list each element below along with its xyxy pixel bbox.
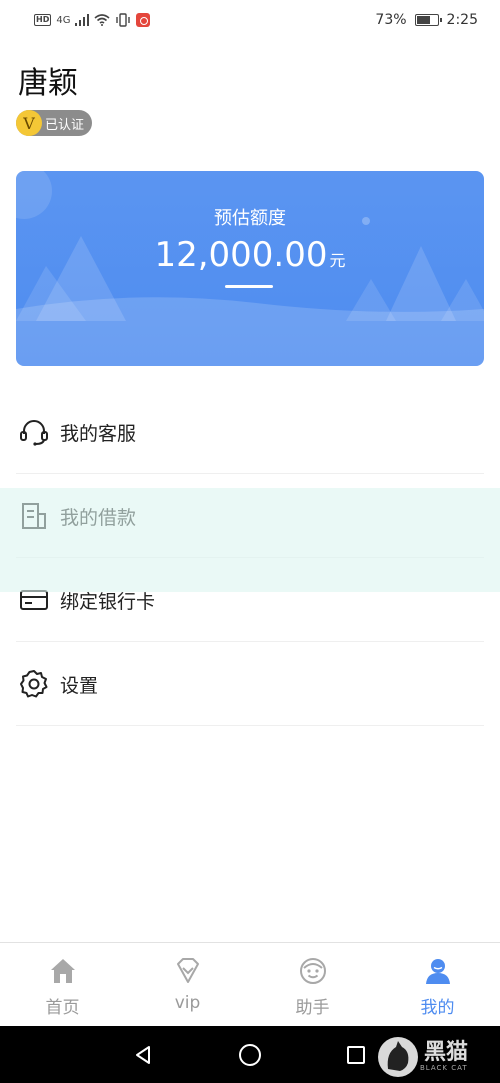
headset-icon	[18, 416, 50, 448]
hd-indicator: HD	[34, 14, 52, 26]
menu-label: 我的客服	[60, 422, 137, 445]
tab-assistant[interactable]: 助手	[250, 943, 375, 1026]
battery-percent: 73%	[375, 12, 407, 28]
tab-label: 首页	[45, 998, 80, 1018]
credit-underline	[225, 285, 273, 288]
menu-label: 我的借款	[60, 506, 137, 529]
menu-item-settings[interactable]: 设置	[0, 642, 500, 726]
notification-app-icon	[136, 13, 151, 27]
menu-item-bind-bank-card[interactable]: 绑定银行卡	[0, 558, 500, 642]
menu-label: 设置	[60, 674, 99, 697]
bottom-tab-bar: 首页 vip 助手 我的	[0, 942, 500, 1026]
credit-amount-row: 12,000.00 元	[16, 235, 484, 275]
tab-home[interactable]: 首页	[0, 943, 125, 1026]
tab-label: vip	[174, 993, 201, 1013]
recents-button[interactable]	[341, 1040, 371, 1070]
vibrate-icon	[116, 13, 131, 27]
verified-text: 已认证	[45, 117, 85, 133]
user-name: 唐颖	[18, 66, 78, 101]
vip-v-icon: V	[16, 110, 42, 136]
network-type: 4G	[56, 14, 71, 26]
credit-unit: 元	[329, 251, 346, 270]
brand-sub: BLACK CAT	[420, 1064, 468, 1072]
status-bar: HD 4G 73% 2:25	[0, 0, 500, 40]
back-triangle-icon	[136, 1046, 150, 1064]
menu-item-customer-service[interactable]: 我的客服	[0, 390, 500, 474]
status-left: HD 4G	[34, 13, 151, 27]
verified-badge: V 已认证	[16, 110, 93, 136]
menu-item-my-loans[interactable]: 我的借款	[0, 474, 500, 558]
signal-icon	[75, 14, 90, 26]
receipt-icon	[18, 500, 50, 532]
back-button[interactable]	[128, 1040, 158, 1070]
tab-label: 我的	[420, 998, 455, 1018]
battery-fill	[416, 16, 431, 24]
wifi-icon	[94, 14, 110, 26]
home-button[interactable]	[235, 1040, 265, 1070]
status-right: 73% 2:25	[375, 12, 478, 28]
brand-name: 黑猫	[424, 1040, 469, 1065]
home-circle-icon	[239, 1044, 261, 1066]
person-icon	[422, 955, 454, 987]
credit-label: 预估额度	[214, 208, 286, 229]
tab-vip[interactable]: vip	[125, 943, 250, 1026]
recents-square-icon	[347, 1046, 365, 1064]
home-icon	[47, 955, 79, 987]
tab-label: 助手	[295, 998, 330, 1018]
credit-limit-card[interactable]: 预估额度 12,000.00 元	[16, 171, 484, 366]
clock: 2:25	[446, 12, 478, 28]
menu-label: 绑定银行卡	[60, 590, 156, 613]
diamond-icon	[172, 955, 204, 987]
bank-card-icon	[18, 584, 50, 616]
credit-amount: 12,000.00	[154, 235, 328, 275]
black-cat-watermark: 黑猫 BLACK CAT	[376, 1032, 500, 1082]
black-cat-logo-icon	[378, 1037, 418, 1077]
gear-icon	[18, 668, 50, 700]
battery-icon	[414, 14, 442, 26]
tab-mine[interactable]: 我的	[375, 943, 500, 1026]
menu-list: 我的客服 我的借款 绑定银行卡 设置	[0, 390, 500, 726]
assistant-face-icon	[297, 955, 329, 987]
system-nav-bar: 黑猫 BLACK CAT	[0, 1026, 500, 1083]
